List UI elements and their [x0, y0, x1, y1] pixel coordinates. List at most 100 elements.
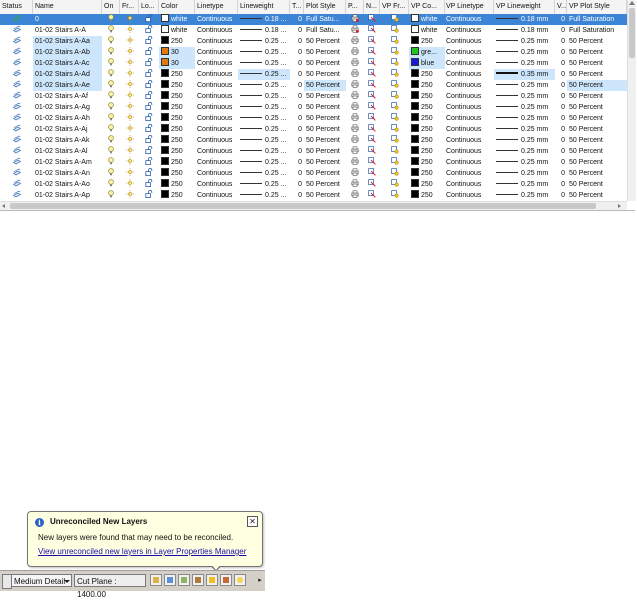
- color-cell[interactable]: 250: [159, 36, 195, 47]
- layer-name-cell[interactable]: 01-02 Stairs A-Ah: [33, 113, 102, 124]
- new-vp-freeze-cell[interactable]: [364, 47, 380, 58]
- vp-transparency-cell[interactable]: 0: [555, 25, 567, 36]
- lineweight-cell[interactable]: 0.25 ...: [238, 190, 290, 201]
- table-row[interactable]: 01-02 Stairs A-Aj 250 Continuous 0.25 ... 0 5…: [0, 124, 627, 135]
- toggle-cell[interactable]: [120, 69, 139, 80]
- vp-transparency-cell[interactable]: 0: [555, 58, 567, 69]
- toggle-cell[interactable]: [139, 14, 159, 25]
- layer-name-cell[interactable]: 01-02 Stairs A-An: [33, 168, 102, 179]
- color-cell[interactable]: 250: [159, 135, 195, 146]
- plot-style-cell[interactable]: 50 Percent: [304, 69, 346, 80]
- toggle-cell[interactable]: [102, 47, 120, 58]
- view-unreconciled-layers-link[interactable]: View unreconciled new layers in Layer Pr…: [38, 547, 246, 556]
- status-cell[interactable]: [0, 58, 33, 69]
- vp-freeze-cell[interactable]: [380, 102, 409, 113]
- lineweight-cell[interactable]: 0.25 ...: [238, 113, 290, 124]
- vp-linetype-cell[interactable]: Continuous: [444, 113, 494, 124]
- status-bar-menu-arrow-icon[interactable]: ▸: [257, 575, 263, 587]
- vp-freeze-cell[interactable]: [380, 168, 409, 179]
- vp-transparency-cell[interactable]: 0: [555, 36, 567, 47]
- status-cell[interactable]: [0, 69, 33, 80]
- toggle-cell[interactable]: [139, 113, 159, 124]
- layer-name-cell[interactable]: 01-02 Stairs A-Al: [33, 146, 102, 157]
- vp-freeze-cell[interactable]: [380, 91, 409, 102]
- lineweight-cell[interactable]: 0.25 ...: [238, 58, 290, 69]
- vp-lineweight-cell[interactable]: 0.25 mm: [494, 91, 555, 102]
- layer-name-cell[interactable]: 01-02 Stairs A-Ag: [33, 102, 102, 113]
- toggle-cell[interactable]: [102, 58, 120, 69]
- vp-color-cell[interactable]: gre...: [409, 47, 445, 58]
- new-vp-freeze-cell[interactable]: [364, 146, 380, 157]
- linetype-cell[interactable]: Continuous: [195, 25, 238, 36]
- toggle-cell[interactable]: [120, 124, 139, 135]
- toggle-cell[interactable]: [102, 146, 120, 157]
- vp-freeze-cell[interactable]: [380, 47, 409, 58]
- vp-freeze-cell[interactable]: [380, 69, 409, 80]
- toggle-cell[interactable]: [102, 135, 120, 146]
- vp-plot-style-cell[interactable]: 50 Percent: [567, 135, 627, 146]
- new-vp-freeze-cell[interactable]: [364, 168, 380, 179]
- vp-transparency-cell[interactable]: 0: [555, 124, 567, 135]
- column-header[interactable]: Status: [0, 0, 33, 14]
- scroll-up-arrow-icon[interactable]: [629, 1, 635, 5]
- lineweight-cell[interactable]: 0.25 ...: [238, 179, 290, 190]
- vp-linetype-cell[interactable]: Continuous: [444, 25, 494, 36]
- plot-style-cell[interactable]: 50 Percent: [304, 124, 346, 135]
- new-vp-freeze-cell[interactable]: [364, 113, 380, 124]
- vp-color-cell[interactable]: 250: [409, 91, 445, 102]
- column-header[interactable]: Plot Style: [304, 0, 346, 14]
- vp-linetype-cell[interactable]: Continuous: [444, 190, 494, 201]
- linetype-cell[interactable]: Continuous: [195, 190, 238, 201]
- color-cell[interactable]: 250: [159, 80, 195, 91]
- color-cell[interactable]: 250: [159, 124, 195, 135]
- linetype-cell[interactable]: Continuous: [195, 124, 238, 135]
- plot-style-cell[interactable]: 50 Percent: [304, 113, 346, 124]
- column-header[interactable]: N...: [364, 0, 380, 14]
- column-header[interactable]: Lo...: [139, 0, 159, 14]
- vp-lineweight-cell[interactable]: 0.25 mm: [494, 58, 555, 69]
- toggle-cell[interactable]: [139, 190, 159, 201]
- vp-plot-style-cell[interactable]: 50 Percent: [567, 36, 627, 47]
- plot-cell[interactable]: [346, 36, 364, 47]
- vp-lineweight-cell[interactable]: 0.25 mm: [494, 135, 555, 146]
- toggle-cell[interactable]: [139, 58, 159, 69]
- layer-name-cell[interactable]: 01-02 Stairs A-Ak: [33, 135, 102, 146]
- table-row[interactable]: 01-02 Stairs A-Af 250 Continuous 0.25 ... 0 5…: [0, 91, 627, 102]
- toggle-cell[interactable]: [139, 36, 159, 47]
- transparency-cell[interactable]: 0: [290, 113, 304, 124]
- column-header[interactable]: VP Lineweight: [494, 0, 555, 14]
- color-cell[interactable]: 30: [159, 47, 195, 58]
- vp-color-cell[interactable]: 250: [409, 69, 445, 80]
- new-vp-freeze-cell[interactable]: [364, 25, 380, 36]
- plot-style-cell[interactable]: 50 Percent: [304, 168, 346, 179]
- isolate-objects-tray-icon[interactable]: [220, 574, 232, 586]
- color-cell[interactable]: white: [159, 25, 195, 36]
- layer-name-cell[interactable]: 01-02 Stairs A-Ab: [33, 47, 102, 58]
- toggle-cell[interactable]: [102, 168, 120, 179]
- vp-transparency-cell[interactable]: 0: [555, 69, 567, 80]
- vp-lineweight-cell[interactable]: 0.25 mm: [494, 190, 555, 201]
- vp-linetype-cell[interactable]: Continuous: [444, 58, 494, 69]
- vp-color-cell[interactable]: 250: [409, 102, 445, 113]
- toggle-cell[interactable]: [139, 168, 159, 179]
- toggle-cell[interactable]: [120, 91, 139, 102]
- lineweight-cell[interactable]: 0.25 ...: [238, 157, 290, 168]
- vp-transparency-cell[interactable]: 0: [555, 168, 567, 179]
- plot-cell[interactable]: [346, 25, 364, 36]
- color-cell[interactable]: 250: [159, 113, 195, 124]
- plot-cell[interactable]: [346, 80, 364, 91]
- transparency-cell[interactable]: 0: [290, 47, 304, 58]
- vp-color-cell[interactable]: blue: [409, 58, 445, 69]
- status-cell[interactable]: [0, 102, 33, 113]
- toggle-cell[interactable]: [102, 124, 120, 135]
- table-row[interactable]: 01-02 Stairs A-Ap 250 Continuous 0.25 ... 0 5…: [0, 190, 627, 201]
- toggle-cell[interactable]: [139, 47, 159, 58]
- vp-linetype-cell[interactable]: Continuous: [444, 91, 494, 102]
- color-cell[interactable]: 250: [159, 190, 195, 201]
- transparency-cell[interactable]: 0: [290, 124, 304, 135]
- status-cell[interactable]: [0, 113, 33, 124]
- linetype-cell[interactable]: Continuous: [195, 113, 238, 124]
- layer-name-cell[interactable]: 01-02 Stairs A-Aa: [33, 36, 102, 47]
- status-cell[interactable]: [0, 80, 33, 91]
- plot-style-cell[interactable]: 50 Percent: [304, 36, 346, 47]
